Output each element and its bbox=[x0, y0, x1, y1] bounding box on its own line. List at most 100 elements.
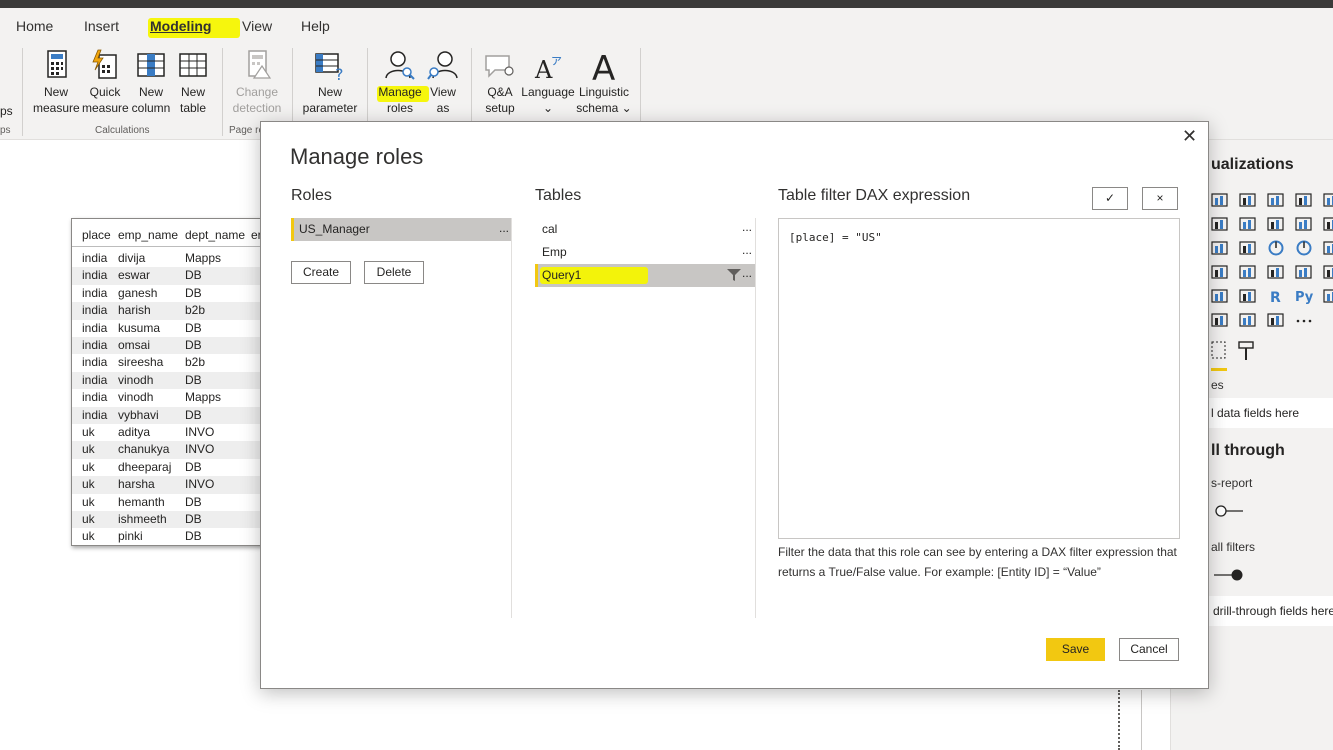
partial-label: ps bbox=[0, 104, 13, 118]
donut-icon[interactable] bbox=[1295, 240, 1313, 256]
table-item-query1[interactable]: Query1 ... bbox=[535, 264, 755, 287]
new-parameter-button[interactable]: ? New parameter bbox=[300, 48, 360, 116]
r-visual-icon[interactable]: R bbox=[1267, 288, 1285, 306]
language-button[interactable]: Aァ Language ⌄ bbox=[521, 48, 575, 116]
table-more-icon[interactable]: ... bbox=[742, 266, 752, 280]
menu-home[interactable]: Home bbox=[16, 18, 53, 34]
qa-setup-button[interactable]: Q&A setup bbox=[480, 48, 520, 116]
role-more-icon[interactable]: ... bbox=[499, 221, 509, 235]
table-row[interactable]: uk chanukya INVO bbox=[72, 441, 270, 459]
table-row[interactable]: india vybhavi DB bbox=[72, 406, 270, 424]
table-more-icon[interactable]: ... bbox=[742, 243, 752, 257]
check-button[interactable]: ✓ bbox=[1092, 187, 1128, 210]
table-row[interactable]: uk aditya INVO bbox=[72, 424, 270, 441]
close-icon[interactable]: ✕ bbox=[1182, 126, 1197, 147]
dax-expression-editor[interactable]: [place] = "US" bbox=[778, 218, 1180, 539]
quick-measure-button[interactable]: Quick measure bbox=[82, 48, 129, 116]
scatter-chart-icon[interactable] bbox=[1239, 240, 1257, 256]
table-cell: uk bbox=[82, 459, 95, 474]
table-row[interactable]: india sireesha b2b bbox=[72, 354, 270, 371]
cancel-x-button[interactable]: × bbox=[1142, 187, 1178, 210]
clustered-bar-icon[interactable] bbox=[1239, 192, 1257, 208]
table-row[interactable]: uk hemanth DB bbox=[72, 494, 270, 511]
table-row[interactable]: uk harsha INVO bbox=[72, 476, 270, 494]
waterfall-icon[interactable] bbox=[1295, 216, 1313, 232]
funnel-icon[interactable] bbox=[1211, 240, 1229, 256]
python-visual-icon[interactable]: Py bbox=[1295, 288, 1314, 305]
table-cell: india bbox=[82, 338, 108, 352]
table-row[interactable]: india harish b2b bbox=[72, 302, 270, 320]
pie-icon[interactable] bbox=[1267, 240, 1285, 256]
create-button[interactable]: Create bbox=[291, 261, 351, 284]
cancel-button[interactable]: Cancel bbox=[1119, 638, 1179, 661]
kpi-icon[interactable] bbox=[1323, 264, 1333, 280]
column-header[interactable]: place bbox=[82, 228, 111, 242]
menu-modeling[interactable]: Modeling bbox=[150, 18, 211, 34]
ribbon-icon[interactable] bbox=[1267, 216, 1285, 232]
decomposition-icon[interactable] bbox=[1239, 312, 1257, 328]
stacked-column-icon[interactable] bbox=[1267, 192, 1285, 208]
line-icon[interactable] bbox=[1239, 216, 1257, 232]
smart-narrative-icon[interactable] bbox=[1267, 312, 1285, 328]
filter-icon[interactable] bbox=[727, 268, 741, 282]
role-item-us-manager[interactable]: US_Manager ... bbox=[291, 218, 511, 241]
menu-help[interactable]: Help bbox=[301, 18, 330, 34]
format-paintbrush-icon[interactable] bbox=[1237, 340, 1255, 362]
delete-button[interactable]: Delete bbox=[364, 261, 424, 284]
table-cell: india bbox=[82, 285, 108, 300]
more-visuals-icon[interactable] bbox=[1295, 312, 1313, 328]
dax-heading: Table filter DAX expression bbox=[778, 187, 971, 204]
table-cell: divija bbox=[118, 251, 146, 265]
stacked-bar-icon[interactable] bbox=[1211, 192, 1229, 208]
table-row[interactable]: india divija Mapps bbox=[72, 250, 270, 267]
new-table-button[interactable]: New table bbox=[174, 48, 212, 116]
map-icon[interactable] bbox=[1211, 264, 1229, 280]
save-button[interactable]: Save bbox=[1046, 638, 1105, 661]
multirow-card-icon[interactable] bbox=[1295, 264, 1313, 280]
new-measure-button[interactable]: New measure bbox=[33, 48, 80, 116]
table-row[interactable]: uk ishmeeth DB bbox=[72, 511, 270, 529]
matrix-icon[interactable] bbox=[1239, 288, 1257, 304]
table-cell: harsha bbox=[118, 477, 155, 492]
keep-filters-toggle[interactable] bbox=[1214, 568, 1244, 582]
cross-report-toggle[interactable] bbox=[1214, 504, 1244, 518]
scatter-icon[interactable] bbox=[1323, 216, 1333, 232]
view-as-button[interactable]: View as bbox=[425, 48, 461, 116]
table-row[interactable]: uk dheeparaj DB bbox=[72, 459, 270, 476]
table-row[interactable]: india vinodh Mapps bbox=[72, 389, 270, 406]
table-more-icon[interactable]: ... bbox=[742, 220, 752, 234]
clustered-column-icon[interactable] bbox=[1295, 192, 1313, 208]
treemap-icon[interactable] bbox=[1323, 240, 1333, 256]
table-viz-icon[interactable] bbox=[1211, 288, 1229, 304]
view-as-icon bbox=[426, 48, 460, 82]
table-row[interactable]: uk pinki DB bbox=[72, 528, 270, 545]
table-row[interactable]: india omsai DB bbox=[72, 337, 270, 355]
qa-visual-icon[interactable] bbox=[1211, 312, 1229, 328]
table-item-cal[interactable]: cal ... bbox=[535, 218, 755, 241]
gauge-icon[interactable] bbox=[1239, 264, 1257, 280]
menu-insert[interactable]: Insert bbox=[84, 18, 119, 34]
new-column-button[interactable]: New column bbox=[130, 48, 172, 116]
table-item-emp[interactable]: Emp ... bbox=[535, 241, 755, 264]
column-header[interactable]: dept_name bbox=[185, 228, 245, 242]
table-header: place emp_name dept_name er bbox=[72, 225, 270, 247]
100-bar-icon[interactable] bbox=[1323, 192, 1333, 208]
values-drop-well[interactable]: l data fields here bbox=[1207, 398, 1333, 428]
drill-through-drop-well[interactable]: drill-through fields here bbox=[1207, 596, 1333, 626]
card-icon[interactable] bbox=[1267, 264, 1285, 280]
menu-view[interactable]: View bbox=[242, 18, 272, 34]
table-row[interactable]: india kusuma DB bbox=[72, 320, 270, 337]
area-icon[interactable] bbox=[1211, 216, 1229, 232]
linguistic-schema-button[interactable]: A Linguistic schema ⌄ bbox=[576, 48, 632, 116]
fields-tab-icon[interactable] bbox=[1211, 340, 1227, 360]
change-detection-button[interactable]: Change detection bbox=[230, 48, 284, 116]
table-row[interactable]: india eswar DB bbox=[72, 267, 270, 285]
key-influencers-icon[interactable] bbox=[1323, 288, 1333, 304]
table-visual[interactable]: place emp_name dept_name er india divija M… bbox=[71, 218, 271, 546]
table-row[interactable]: india ganesh DB bbox=[72, 285, 270, 302]
column-header[interactable]: emp_name bbox=[118, 228, 178, 242]
table-icon bbox=[176, 48, 210, 82]
table-cell: vinodh bbox=[118, 390, 154, 405]
table-row[interactable]: india vinodh DB bbox=[72, 371, 270, 390]
manage-roles-button[interactable]: Manage roles bbox=[376, 48, 424, 116]
